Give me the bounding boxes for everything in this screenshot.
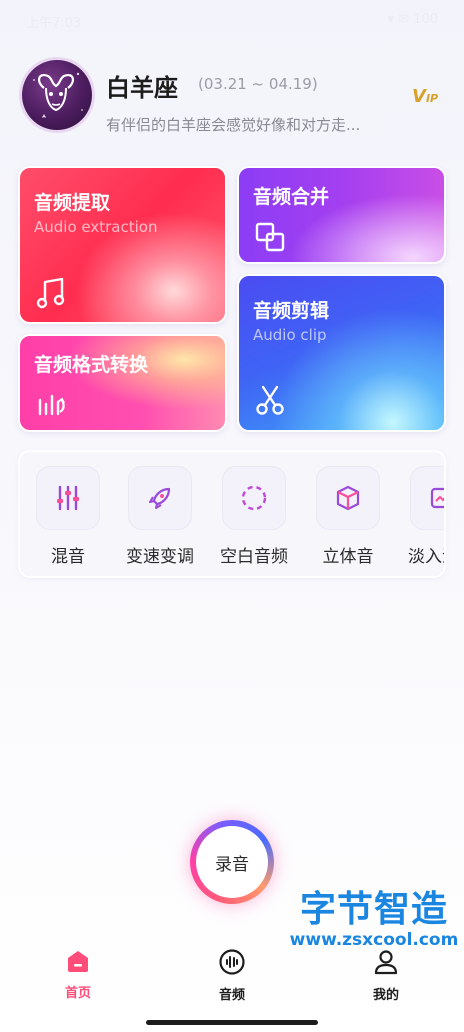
card-title: 音频剪辑 (253, 300, 330, 322)
card-title: 音频提取 (34, 192, 111, 214)
zodiac-date-range: (03.21 ~ 04.19) (198, 75, 318, 93)
tool-icon-box (316, 466, 380, 530)
vip-badge[interactable]: VIP (412, 86, 438, 107)
nav-item-profile[interactable]: 我的 (346, 948, 426, 1003)
audio-merge-card[interactable]: 音频合并 (237, 166, 446, 264)
zodiac-description: 有伴侣的白羊座会感觉好像和对方走... (106, 116, 361, 134)
fade-icon (430, 487, 444, 509)
tool-label: 淡入淡出 (408, 547, 444, 567)
status-indicators: ▾ ✉ 100 (387, 12, 439, 27)
status-time: 上午7:03 (26, 16, 82, 31)
nav-label: 我的 (372, 988, 399, 1003)
tool-blank-audio[interactable]: 空白音频 (208, 466, 300, 567)
zodiac-header[interactable]: 白羊座 (03.21 ~ 04.19) 有伴侣的白羊座会感觉好像和对方走... … (22, 60, 442, 134)
tool-mix[interactable]: 混音 (22, 466, 114, 567)
ram-icon (33, 72, 83, 118)
rocket-icon (149, 487, 171, 509)
home-indicator (146, 1020, 318, 1025)
tool-label: 空白音频 (220, 547, 288, 567)
zodiac-name: 白羊座 (106, 74, 178, 102)
nav-item-home[interactable]: 首页 (38, 948, 118, 1001)
record-button[interactable]: 录音 (196, 826, 268, 898)
watermark-logo: 字节智造 www.zsxcool.com (286, 880, 462, 950)
audio-format-convert-card[interactable]: 音频格式转换 (18, 334, 227, 432)
sliders-icon (57, 485, 79, 511)
tool-icon-box (222, 466, 286, 530)
merge-squares-icon (255, 222, 285, 252)
vip-letter: V (412, 86, 426, 107)
record-button-label: 录音 (215, 854, 249, 875)
tool-icon-box (36, 466, 100, 530)
tool-fade[interactable]: 淡入淡出 (396, 466, 444, 567)
scissors-icon (256, 385, 284, 415)
nav-label: 音频 (218, 988, 245, 1003)
cube-icon (336, 485, 360, 511)
audio-clip-card[interactable]: 音频剪辑 Audio clip (237, 274, 446, 432)
tool-label: 变速变调 (126, 547, 194, 567)
tool-stereo[interactable]: 立体音 (302, 466, 394, 567)
tools-scroller[interactable]: 混音 变速变调 空白音频 立体音 淡入 (18, 450, 446, 578)
card-title: 音频合并 (253, 186, 330, 208)
vip-suffix: IP (425, 92, 439, 105)
tool-icon-box (410, 466, 444, 530)
music-note-icon (36, 277, 65, 309)
card-subtitle: Audio extraction (34, 218, 158, 236)
user-icon (374, 950, 398, 975)
home-icon (68, 951, 88, 972)
bottom-nav: 首页 音频 我的 (0, 942, 464, 1012)
watermark-title: 字节智造 (299, 889, 448, 930)
tool-label: 混音 (51, 547, 85, 567)
zodiac-avatar (22, 60, 92, 130)
tool-label: 立体音 (322, 547, 374, 567)
tool-speed-pitch[interactable]: 变速变调 (114, 466, 206, 567)
convert-wave-icon (38, 394, 65, 416)
audio-wave-icon (219, 949, 245, 975)
status-bar: 上午7:03 ▾ ✉ 100 (0, 0, 464, 36)
audio-extraction-card[interactable]: 音频提取 Audio extraction (18, 166, 227, 324)
dashed-circle-icon (241, 485, 267, 511)
tool-icon-box (128, 466, 192, 530)
nav-item-audio[interactable]: 音频 (192, 948, 272, 1003)
card-subtitle: Audio clip (253, 326, 327, 344)
card-title: 音频格式转换 (34, 354, 149, 376)
nav-label: 首页 (64, 986, 91, 1001)
